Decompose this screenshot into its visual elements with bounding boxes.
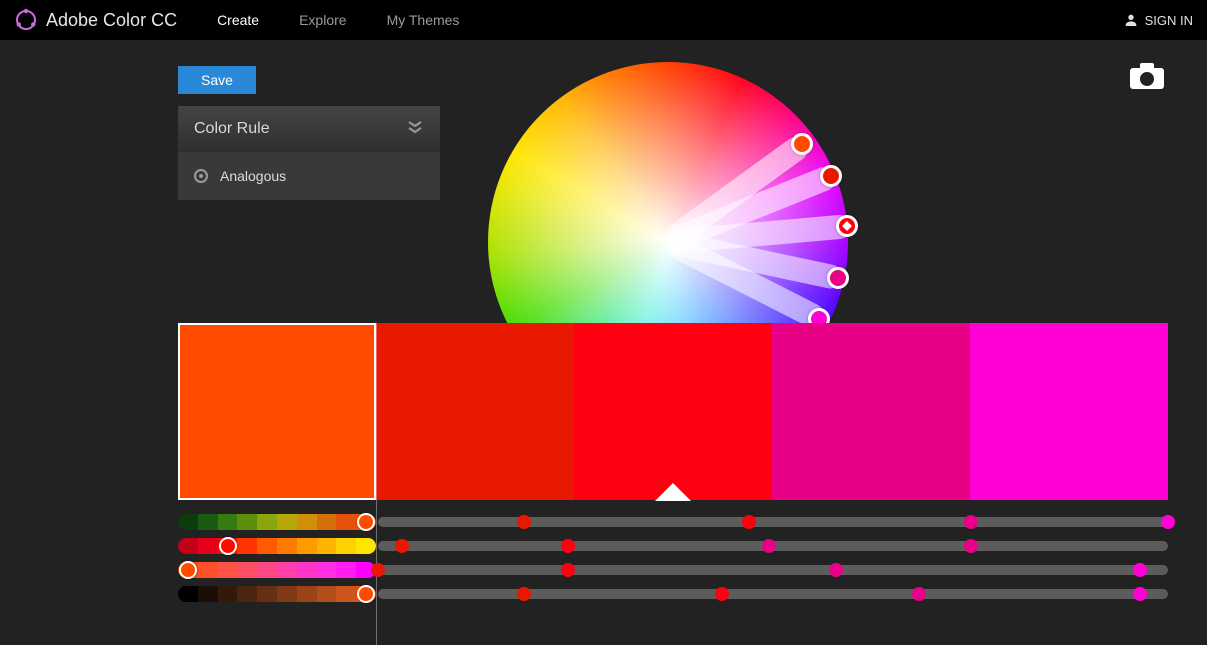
slider-row-1: [178, 512, 1168, 532]
workspace: Save Color Rule Analogous: [0, 40, 1207, 645]
wheel-handle-2[interactable]: [820, 165, 842, 187]
swatch-1[interactable]: [178, 323, 376, 500]
wheel-handle-4[interactable]: [827, 267, 849, 289]
nav-explore[interactable]: Explore: [299, 12, 346, 28]
brand-icon: [14, 8, 38, 32]
slider-knob-2-1[interactable]: [395, 539, 409, 553]
slider-knob-3-4[interactable]: [1133, 563, 1147, 577]
color-rule-toggle[interactable]: Color Rule: [178, 106, 440, 152]
slider-knob-4-4[interactable]: [1133, 587, 1147, 601]
slider-active-handle-3[interactable]: [179, 561, 197, 579]
slider-preview-2[interactable]: [178, 538, 376, 554]
color-rule-value: Analogous: [220, 168, 286, 184]
wheel-handle-3[interactable]: [836, 215, 858, 237]
main-nav: Create Explore My Themes: [217, 12, 459, 28]
sliders-area: [178, 512, 1168, 604]
swatch-5[interactable]: [970, 323, 1168, 500]
slider-knob-3-1[interactable]: [371, 563, 385, 577]
topbar: Adobe Color CC Create Explore My Themes …: [0, 0, 1207, 40]
slider-knob-3-2[interactable]: [561, 563, 575, 577]
nav-create[interactable]: Create: [217, 12, 259, 28]
camera-button[interactable]: [1129, 62, 1165, 93]
save-button[interactable]: Save: [178, 66, 256, 94]
slider-row-3: [178, 560, 1168, 580]
slider-active-handle-4[interactable]: [357, 585, 375, 603]
user-icon: [1123, 12, 1139, 28]
slider-track-4[interactable]: [378, 589, 1168, 599]
slider-track-3[interactable]: [378, 565, 1168, 575]
signin-link[interactable]: SIGN IN: [1123, 12, 1193, 28]
color-rule-panel: Color Rule Analogous: [178, 106, 440, 200]
brand: Adobe Color CC: [14, 8, 177, 32]
color-rule-option[interactable]: Analogous: [178, 152, 440, 200]
color-rule-title: Color Rule: [194, 120, 270, 138]
slider-knob-4-2[interactable]: [715, 587, 729, 601]
brand-text: Adobe Color CC: [46, 10, 177, 31]
camera-icon: [1129, 62, 1165, 90]
slider-knob-2-2[interactable]: [561, 539, 575, 553]
nav-mythemes[interactable]: My Themes: [387, 12, 460, 28]
slider-knob-4-1[interactable]: [517, 587, 531, 601]
slider-knob-2-4[interactable]: [964, 539, 978, 553]
swatch-2[interactable]: [376, 323, 574, 500]
base-swatch-arrow-icon: [655, 483, 691, 501]
slider-knob-3-3[interactable]: [829, 563, 843, 577]
signin-label: SIGN IN: [1145, 13, 1193, 28]
slider-knob-4-3[interactable]: [912, 587, 926, 601]
wheel-handle-1[interactable]: [791, 133, 813, 155]
swatch-4[interactable]: [772, 323, 970, 500]
slider-track-1[interactable]: [378, 517, 1168, 527]
slider-row-4: [178, 584, 1168, 604]
slider-knob-1-4[interactable]: [1161, 515, 1175, 529]
slider-active-handle-2[interactable]: [219, 537, 237, 555]
slider-knob-1-1[interactable]: [517, 515, 531, 529]
target-icon: [194, 169, 208, 183]
swatch-3[interactable]: [574, 323, 772, 500]
chevron-down-icon: [406, 118, 424, 140]
save-label: Save: [201, 72, 233, 88]
slider-preview-3[interactable]: [178, 562, 376, 578]
slider-preview-1[interactable]: [178, 514, 376, 530]
slider-row-2: [178, 536, 1168, 556]
slider-active-handle-1[interactable]: [357, 513, 375, 531]
slider-knob-2-3[interactable]: [762, 539, 776, 553]
slider-knob-1-2[interactable]: [742, 515, 756, 529]
swatch-row: [178, 323, 1168, 500]
slider-preview-4[interactable]: [178, 586, 376, 602]
slider-knob-1-3[interactable]: [964, 515, 978, 529]
